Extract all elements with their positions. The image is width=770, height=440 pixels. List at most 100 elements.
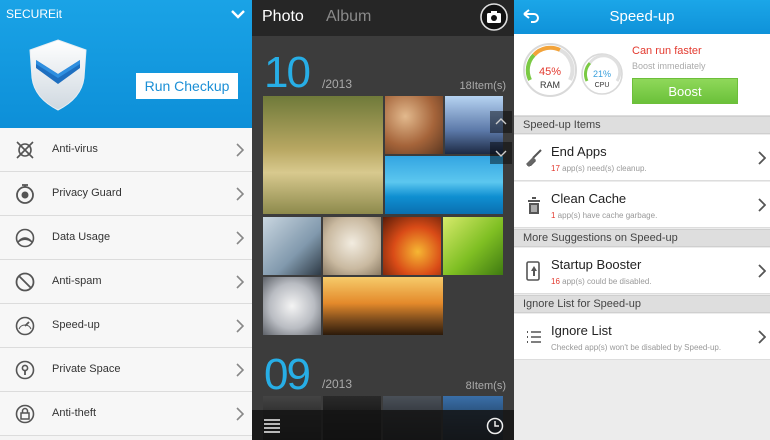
ram-gauge: 45% RAM <box>522 42 578 98</box>
menu-item-label: Anti-virus <box>52 143 98 155</box>
ram-label: RAM <box>540 80 560 90</box>
chevron-right-icon <box>236 231 244 245</box>
lock-icon <box>15 404 35 424</box>
chevron-right-icon <box>236 187 244 201</box>
chevron-right-icon <box>236 407 244 421</box>
row-subtitle-text: app(s) could be disabled. <box>559 277 652 286</box>
menu-item-label: Anti-spam <box>52 275 102 287</box>
gallery-toolbar: Photo Album <box>252 0 514 36</box>
privacy-guard-icon <box>16 184 34 204</box>
ram-value: 45% <box>539 66 561 78</box>
row-ignore-list[interactable]: Ignore List Checked app(s) won't be disa… <box>514 314 770 360</box>
photo-thumbnail[interactable] <box>385 156 503 214</box>
date-day: 09 <box>264 350 311 399</box>
app-count: 16 <box>551 277 560 286</box>
speedup-summary: 45% RAM 21% CPU Can run faster Boost imm… <box>514 34 770 116</box>
page-title: Speed-up <box>609 8 675 25</box>
chevron-down-icon[interactable] <box>230 6 246 22</box>
tab-album[interactable]: Album <box>326 8 371 26</box>
photo-thumbnail[interactable] <box>323 217 381 275</box>
item-count: 8Item(s) <box>465 380 506 392</box>
photo-thumbnail[interactable] <box>385 96 443 154</box>
secureit-panel: SECUREit Run Checkup Anti-virus Privacy … <box>0 0 252 440</box>
tab-photo[interactable]: Photo <box>262 8 304 26</box>
speedup-header: Speed-up <box>514 0 770 34</box>
menu-item-anti-spam[interactable]: Anti-spam <box>0 260 252 304</box>
chevron-right-icon <box>758 264 766 278</box>
scroll-up-button[interactable] <box>490 111 512 133</box>
row-clean-cache[interactable]: Clean Cache 1 app(s) have cache garbage. <box>514 182 770 228</box>
anti-spam-icon <box>15 272 35 292</box>
menu-item-label: Private Space <box>52 363 121 375</box>
chevron-right-icon <box>758 198 766 212</box>
menu-item-speed-up[interactable]: Speed-up <box>0 304 252 348</box>
section-header-more-suggestions: More Suggestions on Speed-up <box>514 229 770 247</box>
chevron-right-icon <box>236 143 244 157</box>
chevron-right-icon <box>758 330 766 344</box>
scroll-down-button[interactable] <box>490 142 512 164</box>
photo-thumbnail[interactable] <box>323 277 443 335</box>
status-text: Can run faster <box>632 45 702 57</box>
row-title: Ignore List <box>551 323 612 338</box>
photo-thumbnail[interactable] <box>263 217 321 275</box>
status-subtext: Boost immediately <box>632 61 706 71</box>
item-count: 18Item(s) <box>459 80 506 92</box>
row-subtitle-text: app(s) have cache garbage. <box>555 211 658 220</box>
row-subtitle: 1 app(s) have cache garbage. <box>551 211 657 220</box>
menu-item-data-usage[interactable]: Data Usage <box>0 216 252 260</box>
clock-icon[interactable] <box>486 417 504 435</box>
date-day: 10 <box>264 48 311 97</box>
cpu-gauge: 21% CPU <box>580 52 624 96</box>
gallery-panel: Photo Album 10 /2013 18Item(s) 09 /2013 … <box>252 0 514 440</box>
list-icon <box>527 331 541 343</box>
menu-icon[interactable] <box>264 419 280 433</box>
phone-rocket-icon <box>526 261 540 281</box>
menu-item-label: Data Usage <box>52 231 111 243</box>
app-count: 17 <box>551 164 560 173</box>
photo-thumbnail[interactable] <box>263 96 383 214</box>
speedometer-icon <box>15 316 35 336</box>
row-subtitle: Checked app(s) won't be disabled by Spee… <box>551 343 722 352</box>
photo-thumbnail[interactable] <box>263 277 321 335</box>
date-year: /2013 <box>322 377 353 391</box>
secureit-header: SECUREit Run Checkup <box>0 0 252 128</box>
chevron-right-icon <box>236 319 244 333</box>
menu-item-anti-theft[interactable]: Anti-theft <box>0 392 252 436</box>
menu-item-label: Privacy Guard <box>52 187 122 199</box>
cpu-value: 21% <box>593 69 611 79</box>
chevron-right-icon <box>236 275 244 289</box>
row-title: Startup Booster <box>551 257 642 272</box>
speedup-panel: Speed-up 45% RAM 21% CPU Can run faster … <box>514 0 770 440</box>
row-startup-booster[interactable]: Startup Booster 16 app(s) could be disab… <box>514 248 770 294</box>
row-subtitle-text: app(s) need(s) cleanup. <box>559 164 647 173</box>
boost-button[interactable]: Boost <box>632 78 738 104</box>
chevron-down-icon <box>495 150 507 157</box>
chevron-right-icon <box>236 363 244 377</box>
menu-item-label: Anti-theft <box>52 407 97 419</box>
run-checkup-button[interactable]: Run Checkup <box>136 73 238 99</box>
data-usage-icon <box>15 228 35 248</box>
date-year: /2013 <box>322 77 353 91</box>
trash-icon <box>528 197 540 214</box>
photo-thumbnail[interactable] <box>443 217 503 275</box>
chevron-right-icon <box>758 151 766 165</box>
cpu-label: CPU <box>595 82 610 89</box>
menu-item-label: Speed-up <box>52 319 100 331</box>
menu-item-privacy-guard[interactable]: Privacy Guard <box>0 172 252 216</box>
chevron-up-icon <box>495 118 507 125</box>
row-end-apps[interactable]: End Apps 17 app(s) need(s) cleanup. <box>514 135 770 181</box>
app-title: SECUREit <box>6 7 63 21</box>
feature-list: Anti-virus Privacy Guard Data Usage Anti… <box>0 128 252 436</box>
photo-thumbnail[interactable] <box>383 217 441 275</box>
row-title: Clean Cache <box>551 191 627 206</box>
antivirus-icon <box>16 141 34 159</box>
menu-item-private-space[interactable]: Private Space <box>0 348 252 392</box>
row-title: End Apps <box>551 144 607 159</box>
keyhole-icon <box>15 360 35 380</box>
section-header-speedup-items: Speed-up Items <box>514 116 770 134</box>
gallery-bottom-bar <box>252 410 514 440</box>
menu-item-anti-virus[interactable]: Anti-virus <box>0 128 252 172</box>
shield-logo-icon <box>29 39 87 111</box>
camera-icon[interactable] <box>480 3 508 31</box>
section-header-ignore-list: Ignore List for Speed-up <box>514 295 770 313</box>
